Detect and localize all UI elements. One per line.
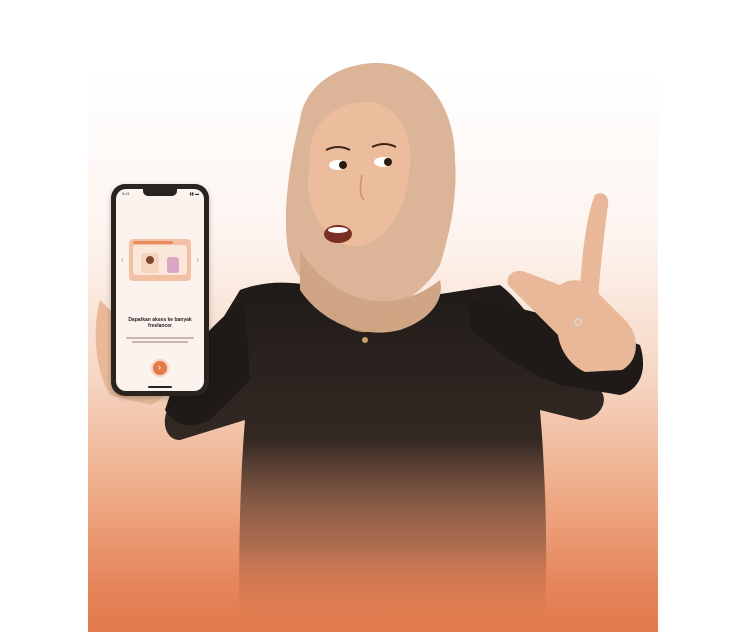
hero-image: 9:41 ▮▮ ▬ ‹ › Dapatkan akses ke banyak f… xyxy=(0,0,741,632)
home-indicator xyxy=(148,386,172,388)
phone-screen: 9:41 ▮▮ ▬ ‹ › Dapatkan akses ke banyak f… xyxy=(116,189,204,391)
card-header-bar xyxy=(133,241,173,244)
onboarding-body-lines xyxy=(124,335,196,345)
signal-battery-icon: ▮▮ ▬ xyxy=(189,191,199,196)
pointing-finger xyxy=(580,193,609,300)
smartphone: 9:41 ▮▮ ▬ ‹ › Dapatkan akses ke banyak f… xyxy=(111,184,209,396)
card-inner xyxy=(133,245,187,275)
phone-notch xyxy=(143,189,177,196)
status-time: 9:41 xyxy=(122,191,130,196)
chevron-right-icon: › xyxy=(196,255,199,264)
freelancer-avatar-icon xyxy=(141,253,159,273)
next-button-icon xyxy=(153,361,167,375)
chevron-left-icon: ‹ xyxy=(121,255,124,264)
onboarding-heading: Dapatkan akses ke banyak freelancer xyxy=(128,317,192,329)
onboarding-illustration-card xyxy=(129,239,191,281)
secondary-avatar-icon xyxy=(167,257,179,273)
